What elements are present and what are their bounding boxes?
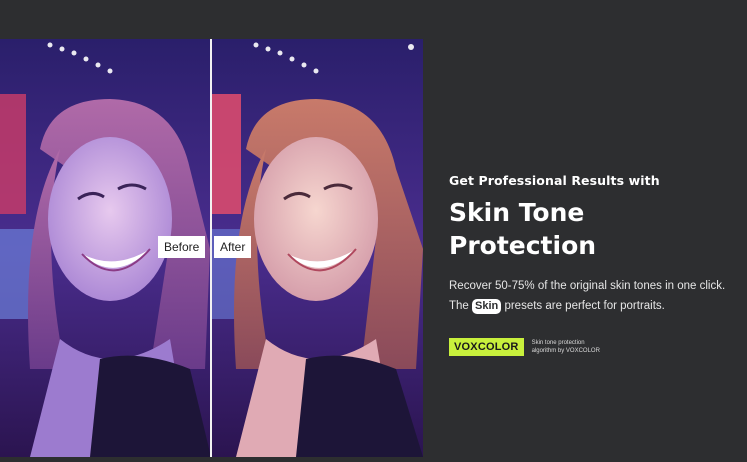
after-label: After [214,236,252,258]
body-text-part-2: presets are perfect for portraits. [501,300,665,312]
before-label: Before [158,236,206,258]
body-text: Recover 50-75% of the original skin tone… [449,276,739,316]
voxcolor-logo: VOXCOLOR [449,338,524,356]
brand-note-line-1: Skin tone protection [531,340,585,346]
headline: Skin Tone Protection [449,196,739,262]
headline-line-2: Protection [449,231,597,260]
comparison-divider [210,39,212,457]
before-after-photo: Before After [0,39,423,457]
brand-note: Skin tone protection algorithm by VOXCOL… [532,339,622,355]
eyebrow-text: Get Professional Results with [449,173,660,188]
promo-copy: Get Professional Results with Skin Tone … [449,173,739,356]
brand-note-line-2: algorithm by VOXCOLOR [531,348,600,354]
skin-preset-pill: Skin [472,299,502,314]
brand-row: VOXCOLOR Skin tone protection algorithm … [449,338,739,356]
headline-line-1: Skin Tone [449,198,585,227]
